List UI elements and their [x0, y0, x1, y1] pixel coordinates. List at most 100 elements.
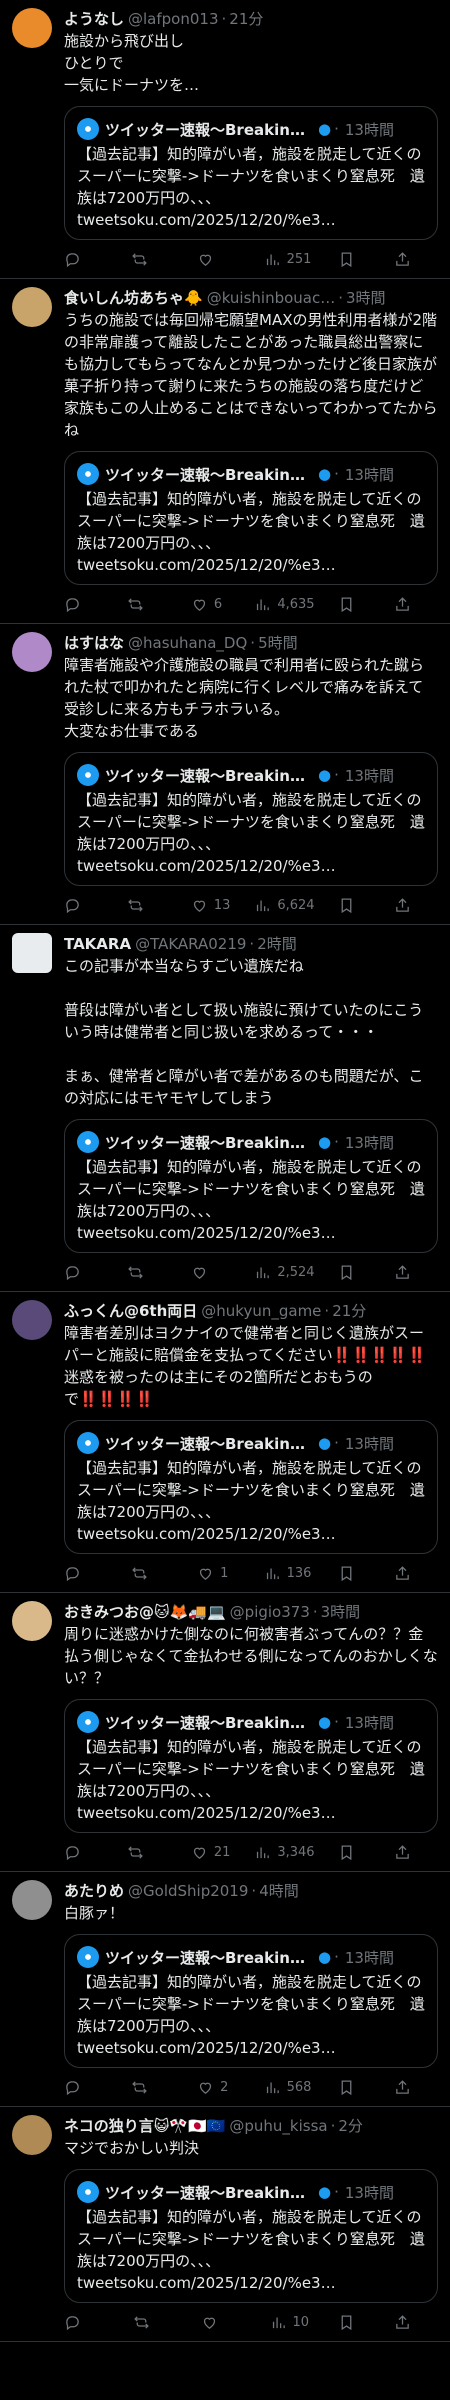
share-button[interactable] — [394, 2079, 434, 2096]
avatar[interactable] — [12, 1880, 52, 1920]
like-button[interactable]: 21 — [191, 1844, 231, 1861]
reply-button[interactable] — [64, 2314, 104, 2331]
quoted-tweet[interactable]: ツイッター速報〜BreakingN… ● · 13時間 【過去記事】知的障がい者，施設を… — [64, 1119, 438, 1253]
user-handle[interactable]: @kuishinbouac… — [207, 288, 336, 308]
share-button[interactable] — [394, 2314, 434, 2331]
reply-button[interactable] — [64, 897, 104, 914]
like-button[interactable] — [201, 2314, 241, 2331]
tweet-time[interactable]: 4時間 — [259, 1881, 299, 1901]
views-button[interactable]: 4,635 — [254, 596, 315, 613]
tweet-card[interactable]: 食いしん坊あちゃ🐥 @kuishinbouac… · 3時間 うちの施設では毎回帰宅願望… — [0, 279, 450, 624]
avatar[interactable] — [12, 632, 52, 672]
tweet-card[interactable]: TAKARA @TAKARA0219 · 2時間 この記事が本当ならすごい遺族だね 普段… — [0, 925, 450, 1292]
views-button[interactable]: 6,624 — [254, 897, 315, 914]
reply-button[interactable] — [64, 596, 104, 613]
retweet-button[interactable] — [133, 2314, 173, 2331]
views-button[interactable]: 136 — [264, 1565, 311, 1582]
display-name[interactable]: ようなし — [64, 9, 124, 29]
tweet-card[interactable]: ネコの独り言😺🎌🇯🇵🇪🇺 @puhu_kissa · 2分 マジでおかしい判決 ツイッター… — [0, 2107, 450, 2342]
avatar[interactable] — [12, 1300, 52, 1340]
bookmark-button[interactable] — [338, 1565, 378, 1582]
reply-button[interactable] — [64, 2079, 104, 2096]
retweet-button[interactable] — [127, 1844, 167, 1861]
reply-button[interactable] — [64, 1264, 104, 1281]
display-name[interactable]: あたりめ — [64, 1881, 124, 1901]
quoted-tweet[interactable]: ツイッター速報〜BreakingN… ● · 13時間 【過去記事】知的障がい者，施設を… — [64, 2169, 438, 2303]
bookmark-button[interactable] — [338, 2079, 378, 2096]
user-handle[interactable]: @GoldShip2019 — [128, 1881, 248, 1901]
display-name[interactable]: はすはな — [64, 633, 124, 653]
like-button[interactable] — [197, 251, 237, 268]
avatar[interactable] — [12, 8, 52, 48]
tweet-card[interactable]: おきみつお@🐱🦊🚚💻 @pigio373 · 3時間 周りに迷惑かけた側なのに何被害者ぶ… — [0, 1593, 450, 1872]
views-button[interactable]: 3,346 — [254, 1844, 315, 1861]
share-button[interactable] — [394, 1264, 434, 1281]
quoted-tweet[interactable]: ツイッター速報〜BreakingN… ● · 13時間 【過去記事】知的障がい者，施設を… — [64, 752, 438, 886]
quoted-tweet[interactable]: ツイッター速報〜BreakingN… ● · 13時間 【過去記事】知的障がい者，施設を… — [64, 451, 438, 585]
tweet-time[interactable]: 3時間 — [346, 288, 386, 308]
user-handle[interactable]: @pigio373 — [230, 1602, 310, 1622]
share-button[interactable] — [394, 251, 434, 268]
retweet-button[interactable] — [131, 251, 171, 268]
views-button[interactable]: 568 — [264, 2079, 311, 2096]
tweet-card[interactable]: あたりめ @GoldShip2019 · 4時間 白豚ァ！ ツイッター速報〜Breakin… — [0, 1872, 450, 2107]
quoted-tweet-header: ツイッター速報〜BreakingN… ● · 13時間 — [77, 1710, 425, 1734]
share-button[interactable] — [394, 1565, 434, 1582]
bookmark-button[interactable] — [338, 1264, 378, 1281]
tweet-time[interactable]: 21分 — [332, 1301, 366, 1321]
display-name[interactable]: 食いしん坊あちゃ🐥 — [64, 288, 203, 308]
user-handle[interactable]: @lafpon013 — [128, 9, 218, 29]
retweet-button[interactable] — [131, 2079, 171, 2096]
verified-badge-icon: ● — [318, 766, 332, 784]
user-handle[interactable]: @TAKARA0219 — [135, 934, 246, 954]
share-button[interactable] — [394, 897, 434, 914]
tweet-card[interactable]: ふっくん@6th両日 @hukyun_game · 21分 障害者差別はヨクナイので健常… — [0, 1292, 450, 1593]
retweet-button[interactable] — [131, 1565, 171, 1582]
share-button[interactable] — [394, 596, 434, 613]
retweet-button[interactable] — [127, 596, 167, 613]
quoted-tweet[interactable]: ツイッター速報〜BreakingN… ● · 13時間 【過去記事】知的障がい者，施設を… — [64, 106, 438, 240]
avatar[interactable] — [12, 933, 52, 973]
retweet-button[interactable] — [127, 1264, 167, 1281]
reply-button[interactable] — [64, 1565, 104, 1582]
tweet-time[interactable]: 2分 — [338, 2116, 363, 2136]
user-handle[interactable]: @hasuhana_DQ — [128, 633, 247, 653]
reply-button[interactable] — [64, 1844, 104, 1861]
reply-button[interactable] — [64, 251, 104, 268]
display-name[interactable]: おきみつお@🐱🦊🚚💻 — [64, 1602, 226, 1622]
retweet-button[interactable] — [127, 897, 167, 914]
tweet-card[interactable]: ようなし @lafpon013 · 21分 施設から飛び出し ひとりで 一気にドーナツを… — [0, 0, 450, 279]
tweet-time[interactable]: 2時間 — [257, 934, 297, 954]
tweet-time[interactable]: 5時間 — [258, 633, 298, 653]
like-button[interactable]: 6 — [191, 596, 231, 613]
views-button[interactable]: 251 — [264, 251, 311, 268]
tweet-header: TAKARA @TAKARA0219 · 2時間 — [64, 933, 438, 955]
like-button[interactable]: 13 — [191, 897, 231, 914]
avatar[interactable] — [12, 287, 52, 327]
bookmark-button[interactable] — [338, 251, 378, 268]
display-name[interactable]: TAKARA — [64, 934, 131, 954]
like-button[interactable]: 2 — [197, 2079, 237, 2096]
like-button[interactable]: 1 — [197, 1565, 237, 1582]
bookmark-button[interactable] — [338, 2314, 378, 2331]
bookmark-button[interactable] — [338, 596, 378, 613]
user-handle[interactable]: @hukyun_game — [201, 1301, 321, 1321]
user-handle[interactable]: @puhu_kissa — [229, 2116, 327, 2136]
bookmark-button[interactable] — [338, 897, 378, 914]
tweet-text: マジでおかしい判決 — [64, 2139, 200, 2157]
quoted-tweet[interactable]: ツイッター速報〜BreakingN… ● · 13時間 【過去記事】知的障がい者，施設を… — [64, 1699, 438, 1833]
display-name[interactable]: ふっくん@6th両日 — [64, 1301, 197, 1321]
views-button[interactable]: 2,524 — [254, 1264, 315, 1281]
tweet-time[interactable]: 21分 — [229, 9, 263, 29]
share-button[interactable] — [394, 1844, 434, 1861]
bookmark-button[interactable] — [338, 1844, 378, 1861]
like-button[interactable] — [191, 1264, 231, 1281]
quoted-tweet[interactable]: ツイッター速報〜BreakingN… ● · 13時間 【過去記事】知的障がい者，施設を… — [64, 1934, 438, 2068]
avatar[interactable] — [12, 2115, 52, 2155]
avatar[interactable] — [12, 1601, 52, 1641]
views-button[interactable]: 10 — [270, 2314, 310, 2331]
display-name[interactable]: ネコの独り言😺🎌🇯🇵🇪🇺 — [64, 2116, 225, 2136]
tweet-time[interactable]: 3時間 — [321, 1602, 361, 1622]
tweet-card[interactable]: はすはな @hasuhana_DQ · 5時間 障害者施設や介護施設の職員で利用者に殴ら… — [0, 624, 450, 925]
quoted-tweet[interactable]: ツイッター速報〜BreakingN… ● · 13時間 【過去記事】知的障がい者，施設を… — [64, 1420, 438, 1554]
